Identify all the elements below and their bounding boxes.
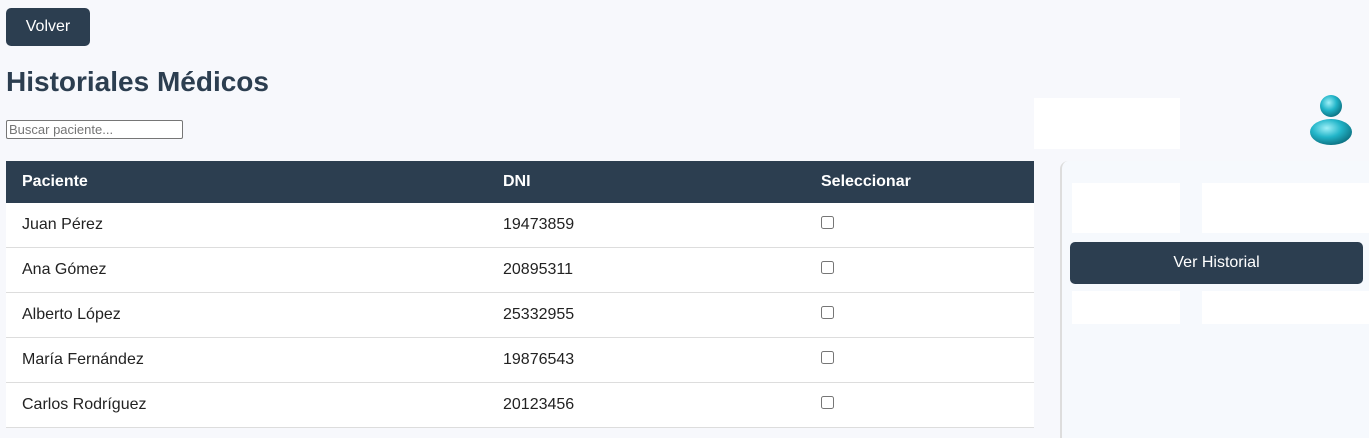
blank-block [1202,183,1369,233]
patient-name: Carlos Rodríguez [6,382,487,428]
patient-name: Ana Gómez [6,247,487,293]
patient-name: María Fernández [6,337,487,383]
patient-name: Juan Pérez [6,203,487,248]
page-title: Historiales Médicos [6,66,269,97]
column-header-dni: DNI [487,161,805,203]
column-header-select: Seleccionar [805,161,1034,203]
column-header-patient: Paciente [6,161,487,203]
view-history-button[interactable]: Ver Historial [1070,242,1363,284]
back-button[interactable]: Volver [6,8,90,46]
select-checkbox[interactable] [821,351,834,364]
table-row[interactable]: María Fernández 19876543 [6,337,1034,383]
patients-table: Paciente DNI Seleccionar Juan Pérez 19473… [6,161,1034,428]
table-row[interactable]: Juan Pérez 19473859 [6,203,1034,248]
select-cell [805,247,1034,293]
patient-dni: 19876543 [487,337,805,383]
select-cell [805,292,1034,338]
select-cell [805,337,1034,383]
patient-dni: 20123456 [487,382,805,428]
select-checkbox[interactable] [821,306,834,319]
patient-dni: 25332955 [487,292,805,338]
user-avatar-icon[interactable] [1308,92,1354,146]
patient-dni: 20895311 [487,247,805,293]
blank-block [1202,291,1369,324]
patient-name: Alberto López [6,292,487,338]
search-input[interactable] [6,120,183,139]
select-cell [805,203,1034,248]
blank-block [1072,291,1180,324]
select-checkbox[interactable] [821,216,834,229]
table-row[interactable]: Carlos Rodríguez 20123456 [6,382,1034,428]
patient-dni: 19473859 [487,203,805,248]
blank-block [1034,98,1180,149]
table-row[interactable]: Alberto López 25332955 [6,292,1034,338]
blank-block [1072,183,1180,233]
select-checkbox[interactable] [821,261,834,274]
table-row[interactable]: Ana Gómez 20895311 [6,247,1034,293]
select-checkbox[interactable] [821,396,834,409]
select-cell [805,382,1034,428]
